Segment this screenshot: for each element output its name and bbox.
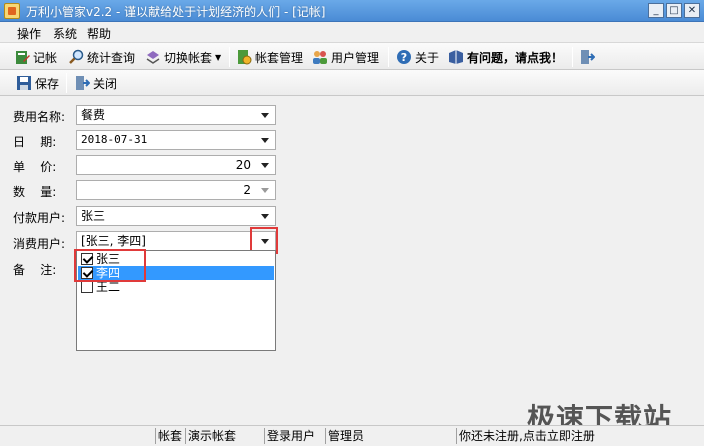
chevron-down-icon[interactable]: [257, 132, 274, 148]
consumers-label: 消费用户:: [13, 237, 66, 251]
remark-label: 备 注:: [13, 263, 57, 277]
toolbar-separator: [229, 47, 230, 67]
list-item[interactable]: 王二: [78, 280, 274, 294]
toolbar-separator: [572, 47, 573, 67]
ledger-icon: [14, 49, 30, 65]
book-gear-icon: [236, 49, 252, 65]
exit-button[interactable]: [579, 47, 598, 67]
switch-icon: [145, 49, 161, 65]
expense-name-label: 费用名称:: [13, 110, 66, 124]
status-user-label: 登录用户: [267, 429, 316, 443]
floppy-disk-icon: [16, 75, 32, 91]
exit-door-icon: [579, 49, 596, 65]
quantity-label: 数 量:: [13, 185, 57, 199]
payer-label: 付款用户:: [13, 211, 66, 225]
checkbox[interactable]: [81, 281, 93, 293]
status-user-value: 管理员: [328, 429, 365, 443]
switch-account-button[interactable]: 切换帐套 ▼: [145, 47, 221, 67]
date-picker[interactable]: 2018-07-31: [76, 130, 276, 150]
status-account-value: 演示帐套: [188, 429, 237, 443]
expense-name-select[interactable]: 餐费: [76, 105, 276, 125]
toolbar-separator: [66, 73, 67, 93]
status-divider: [264, 428, 265, 444]
highlight-box: [74, 249, 146, 282]
register-link[interactable]: 你还未注册,点击立即注册: [459, 428, 595, 444]
chevron-down-icon[interactable]: [257, 157, 274, 173]
main-toolbar: 记帐 统计查询 切换帐套 ▼ 帐套管理 用户管理 ? 关于 有问题，请点我！: [0, 42, 704, 70]
svg-text:?: ?: [401, 51, 407, 64]
payer-select[interactable]: 张三: [76, 206, 276, 226]
minimize-button[interactable]: _: [648, 3, 664, 18]
chevron-down-icon: [257, 182, 274, 198]
users-icon: [312, 49, 328, 65]
quantity-field[interactable]: 2: [76, 180, 276, 200]
menu-operate[interactable]: 操作: [17, 25, 41, 42]
magnifier-icon: [68, 49, 84, 65]
menu-help[interactable]: 帮助: [87, 25, 111, 42]
status-account-label: 帐套: [158, 429, 183, 443]
book-icon: [448, 49, 464, 65]
close-form-button[interactable]: 关闭: [74, 73, 117, 93]
unit-price-label: 单 价:: [13, 160, 57, 174]
account-manage-button[interactable]: 帐套管理: [236, 47, 303, 67]
menu-system[interactable]: 系统: [53, 25, 77, 42]
form-toolbar: 保存 关闭: [0, 70, 704, 96]
title-bar: 万利小管家v2.2 - 谨以献给处于计划经济的人们 - [记帐] _ □ ✕: [0, 0, 704, 22]
unit-price-field[interactable]: 20: [76, 155, 276, 175]
exit-door-icon: [74, 75, 91, 91]
status-divider: [325, 428, 326, 444]
chevron-down-icon[interactable]: [257, 208, 274, 224]
status-divider: [185, 428, 186, 444]
about-button[interactable]: ? 关于: [396, 47, 439, 67]
status-divider: [155, 428, 156, 444]
date-label: 日 期:: [13, 135, 57, 149]
status-bar: 帐套 演示帐套 登录用户 管理员 你还未注册,点击立即注册: [0, 425, 704, 446]
toolbar-separator: [388, 47, 389, 67]
close-button[interactable]: ✕: [684, 3, 700, 18]
help-circle-icon: ?: [396, 49, 412, 65]
chevron-down-icon[interactable]: [257, 107, 274, 123]
chevron-down-icon: ▼: [215, 52, 222, 62]
menu-bar: 操作 系统 帮助: [0, 22, 704, 42]
help-button[interactable]: 有问题，请点我！: [448, 47, 563, 67]
window-title: 万利小管家v2.2 - 谨以献给处于计划经济的人们 - [记帐]: [26, 5, 326, 19]
status-divider: [456, 428, 457, 444]
consumers-select[interactable]: [张三, 李四]: [76, 231, 276, 251]
user-manage-button[interactable]: 用户管理: [312, 47, 379, 67]
app-icon: [4, 3, 20, 19]
save-button[interactable]: 保存: [16, 73, 59, 93]
maximize-button[interactable]: □: [666, 3, 682, 18]
stats-button[interactable]: 统计查询: [68, 47, 135, 67]
record-button[interactable]: 记帐: [14, 47, 57, 67]
